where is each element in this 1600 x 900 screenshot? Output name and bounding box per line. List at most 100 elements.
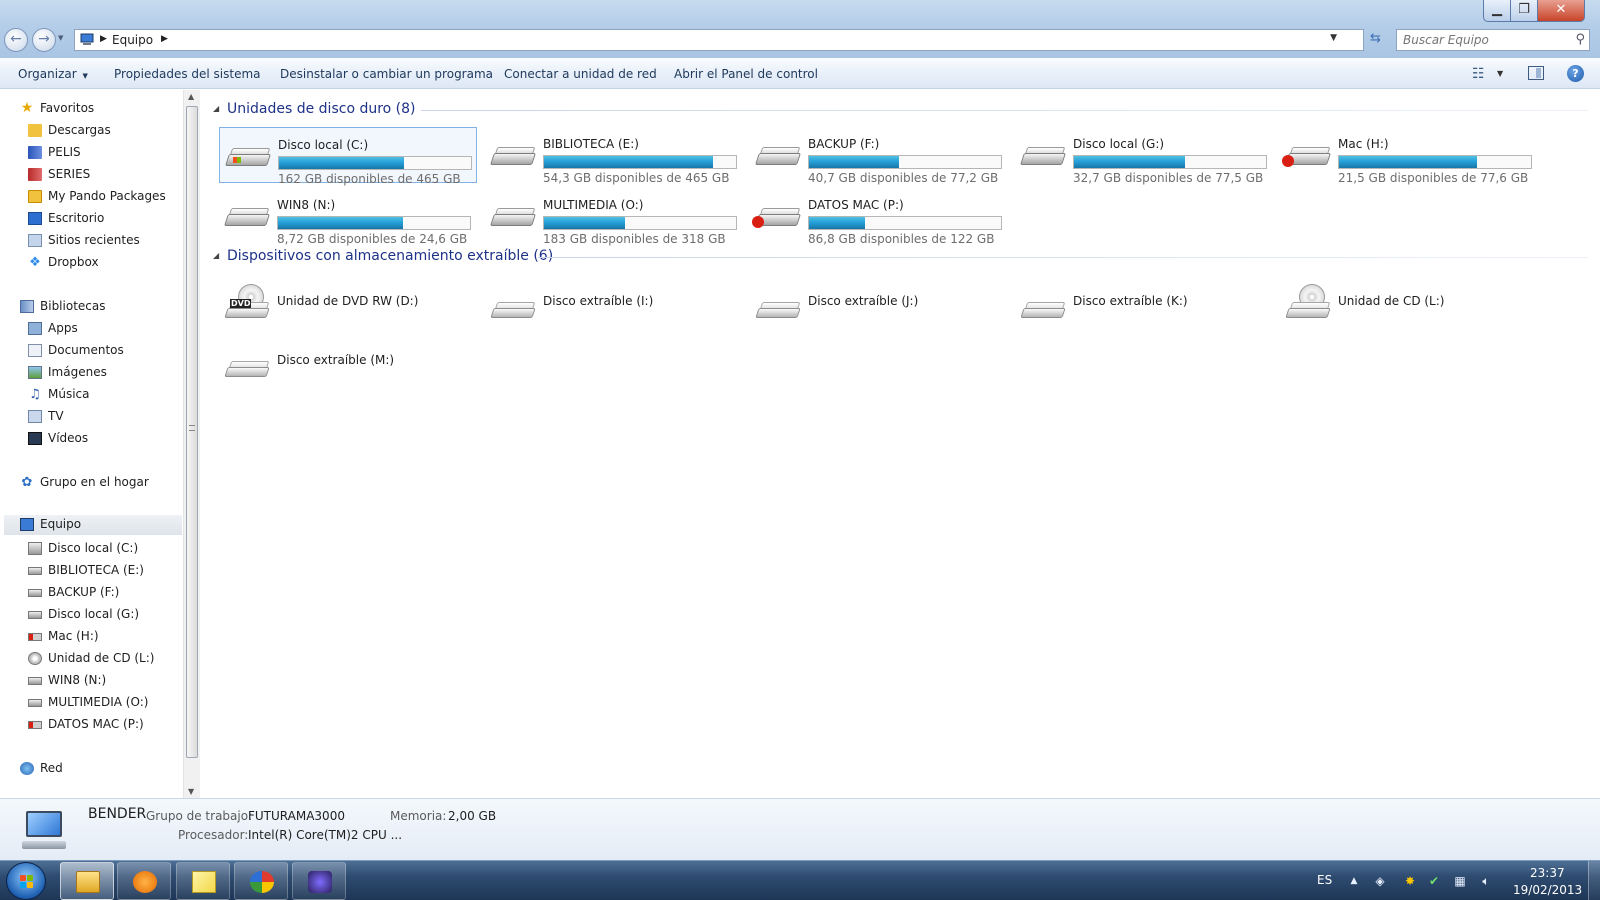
search-icon[interactable]: ⚲ [1575, 32, 1585, 47]
drive-tile-g[interactable]: Disco local (G:) 32,7 GB disponibles de … [1015, 127, 1273, 185]
breadcrumb-separator-icon[interactable]: ▶ [161, 34, 168, 44]
uninstall-program-button[interactable]: Desinstalar o cambiar un programa [280, 67, 493, 81]
volume-icon[interactable]: 🔈︎ [1478, 873, 1494, 889]
processor-value: Intel(R) Core(TM)2 CPU ... [248, 828, 403, 842]
removable-tile-i[interactable]: Disco extraíble (I:) [485, 276, 743, 326]
taskbar-aperture-button[interactable] [292, 862, 346, 900]
preview-pane-icon[interactable] [1528, 66, 1544, 80]
drive-usage-bar [1073, 155, 1267, 169]
drive-tile-h[interactable]: Mac (H:) 21,5 GB disponibles de 77,6 GB [1280, 127, 1538, 185]
scrollbar-thumb[interactable] [186, 106, 198, 758]
minimize-icon: ▁ [1492, 2, 1502, 17]
nav-pane-scrollbar[interactable]: ▲ ▼ [183, 90, 200, 798]
show-desktop-button[interactable] [1588, 861, 1600, 900]
drive-tile-f[interactable]: BACKUP (F:) 40,7 GB disponibles de 77,2 … [750, 127, 1008, 185]
removable-tile-k[interactable]: Disco extraíble (K:) [1015, 276, 1273, 326]
drive-name: MULTIMEDIA (O:) [543, 198, 644, 212]
taskbar-notes-button[interactable] [176, 862, 230, 900]
drive-usage-fill [1074, 156, 1186, 168]
dvd-drive-icon: DVD [224, 284, 270, 324]
clock-date[interactable]: 19/02/2013 [1513, 883, 1582, 897]
minimize-button[interactable]: ▁ [1483, 0, 1511, 22]
windows-logo-icon [20, 875, 34, 889]
removable-tile-d[interactable]: DVD Unidad de DVD RW (D:) [219, 276, 477, 326]
forward-button[interactable]: → [32, 28, 56, 52]
tray-check-icon[interactable]: ✔ [1426, 873, 1442, 889]
recent-pages-dropdown[interactable]: ▼ [58, 34, 63, 42]
cd-drive-icon [28, 652, 42, 665]
hard-drive-icon [28, 567, 42, 575]
homegroup-icon: ✿ [21, 475, 33, 490]
clock-time[interactable]: 23:37 [1530, 866, 1565, 880]
drive-free-space: 162 GB disponibles de 465 GB [278, 172, 461, 186]
scroll-up-icon[interactable]: ▲ [188, 92, 194, 101]
collapse-arrow-icon[interactable]: ◢ [213, 251, 219, 260]
drive-name: DATOS MAC (P:) [808, 198, 904, 212]
chevron-down-icon: ▼ [82, 72, 88, 80]
windows-logo-icon [233, 157, 241, 163]
taskbar-media-player-button[interactable] [117, 862, 171, 900]
organize-menu[interactable]: Organizar ▼ [18, 67, 88, 81]
taskbar-picasa-button[interactable] [234, 862, 288, 900]
removable-tile-j[interactable]: Disco extraíble (J:) [750, 276, 1008, 326]
show-hidden-icons-icon[interactable]: ▲ [1346, 873, 1362, 889]
downloads-folder-icon [28, 124, 42, 137]
computer-icon [20, 809, 68, 853]
hard-drive-icon [224, 206, 270, 230]
computer-icon [80, 33, 94, 45]
folder-icon [76, 871, 100, 893]
search-input[interactable] [1403, 33, 1563, 47]
map-network-drive-button[interactable]: Conectar a unidad de red [504, 67, 657, 81]
back-button[interactable]: ← [4, 28, 28, 52]
breadcrumb-item-equipo[interactable]: Equipo [112, 33, 153, 47]
removable-name: Disco extraíble (J:) [808, 294, 919, 308]
drive-tile-e[interactable]: BIBLIOTECA (E:) 54,3 GB disponibles de 4… [485, 127, 743, 185]
hard-drive-icon [28, 542, 42, 555]
search-box[interactable]: ⚲ [1396, 29, 1590, 51]
hard-drive-icon [28, 699, 42, 707]
drive-tile-n[interactable]: WIN8 (N:) 8,72 GB disponibles de 24,6 GB [219, 188, 477, 246]
collapse-arrow-icon[interactable]: ◢ [213, 104, 219, 113]
chevron-down-icon[interactable]: ▼ [1497, 69, 1503, 78]
network-icon [20, 762, 34, 775]
drive-tile-c[interactable]: Disco local (C:) 162 GB disponibles de 4… [219, 127, 477, 186]
breadcrumb-separator-icon[interactable]: ▶ [100, 34, 107, 44]
open-control-panel-button[interactable]: Abrir el Panel de control [674, 67, 818, 81]
nav-item-computer[interactable]: Equipo [4, 515, 182, 535]
organize-label: Organizar [18, 67, 77, 81]
removable-drive-icon [490, 284, 536, 324]
change-view-icon[interactable]: ☷ [1472, 66, 1485, 82]
star-icon: ★ [20, 100, 34, 116]
network-tray-icon[interactable]: ▦ [1452, 873, 1468, 889]
group-header-removable[interactable]: ◢ Dispositivos con almacenamiento extraí… [213, 247, 1588, 267]
system-properties-button[interactable]: Propiedades del sistema [114, 67, 261, 81]
drive-tile-p[interactable]: DATOS MAC (P:) 86,8 GB disponibles de 12… [750, 188, 1008, 246]
scroll-down-icon[interactable]: ▼ [188, 787, 194, 796]
apple-icon [752, 216, 764, 228]
removable-name: Disco extraíble (K:) [1073, 294, 1188, 308]
restore-button[interactable]: ❐ [1510, 0, 1538, 22]
content-area: ◢ Unidades de disco duro (8) Disco local… [201, 90, 1600, 798]
help-icon[interactable]: ? [1567, 65, 1584, 82]
processor-label: Procesador: [178, 828, 249, 842]
removable-tile-l[interactable]: Unidad de CD (L:) [1280, 276, 1538, 326]
removable-name: Disco extraíble (M:) [277, 353, 395, 367]
start-button[interactable] [6, 862, 46, 900]
removable-tile-m[interactable]: Disco extraíble (M:) [219, 335, 477, 385]
drive-name: WIN8 (N:) [277, 198, 336, 212]
libraries-icon [20, 300, 34, 313]
chevron-down-icon[interactable]: ▼ [1330, 33, 1337, 43]
language-indicator[interactable]: ES [1317, 873, 1332, 887]
hard-drive-icon [28, 611, 42, 619]
group-header-hard-drives[interactable]: ◢ Unidades de disco duro (8) [213, 100, 1588, 120]
drive-tile-o[interactable]: MULTIMEDIA (O:) 183 GB disponibles de 31… [485, 188, 743, 246]
mac-drive-icon [28, 633, 42, 641]
tray-pinwheel-icon[interactable]: ✸ [1402, 873, 1418, 889]
close-button[interactable]: ✕ [1537, 0, 1585, 22]
taskbar-explorer-button[interactable] [60, 862, 114, 900]
videos-icon [28, 432, 42, 445]
tray-app-icon[interactable]: ◈ [1372, 873, 1388, 889]
removable-drive-icon [755, 284, 801, 324]
drive-free-space: 86,8 GB disponibles de 122 GB [808, 232, 995, 246]
address-bar[interactable]: ▶ Equipo ▶ ▼ [74, 29, 1364, 51]
